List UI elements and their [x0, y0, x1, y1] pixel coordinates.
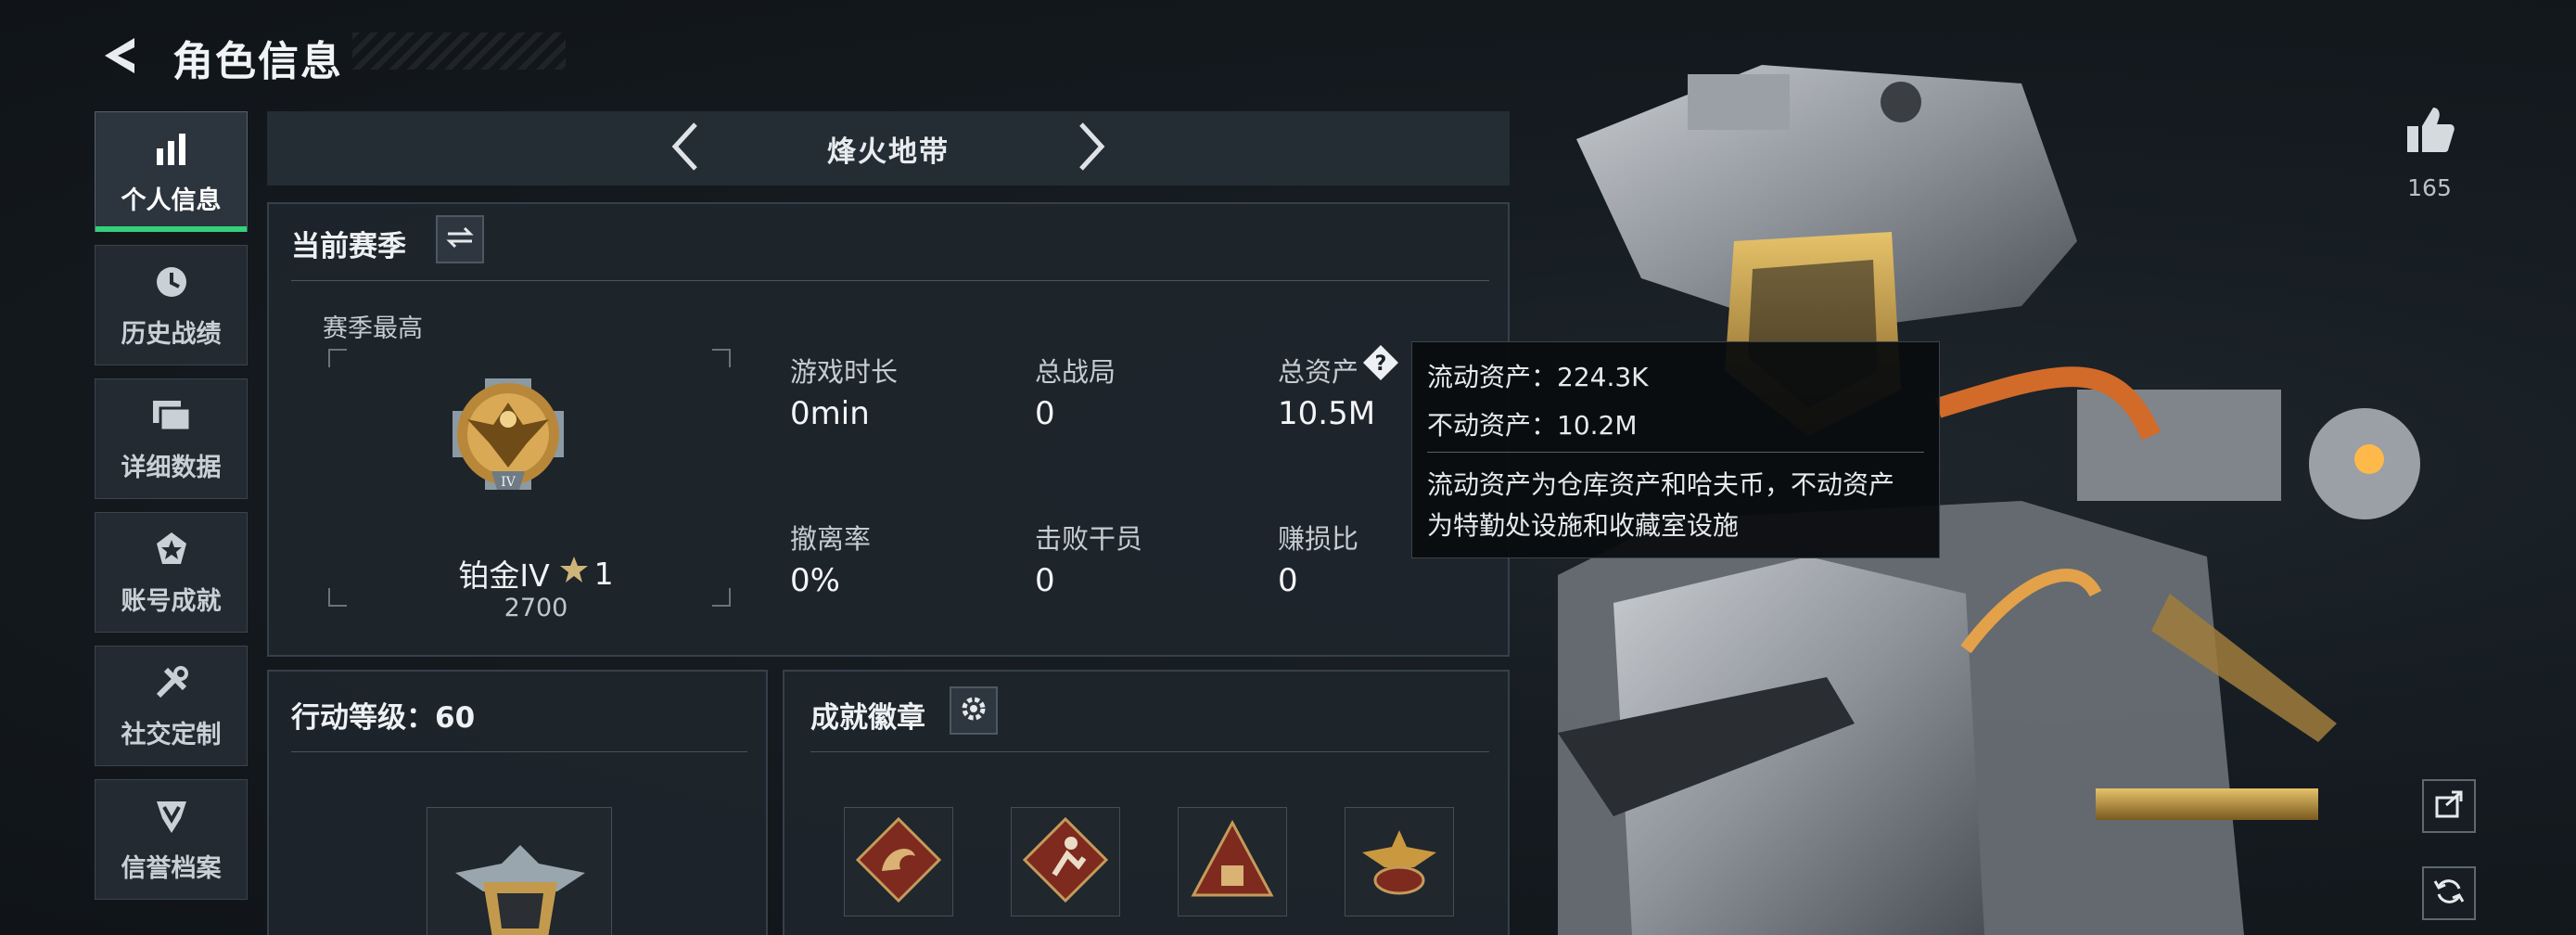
folders-icon: [151, 395, 192, 436]
stat-value-playtime: 0min: [790, 395, 870, 432]
svg-text:IV: IV: [501, 475, 516, 490]
share-icon: [2433, 788, 2465, 824]
tooltip-description-line1: 流动资产为仓库资产和哈夫币，不动资产: [1427, 469, 1895, 500]
page-title: 角色信息: [172, 38, 343, 85]
rank-line: 铂金IV 1: [434, 551, 638, 596]
back-button[interactable]: [93, 25, 148, 90]
gear-icon: [960, 695, 988, 726]
stat-label-total-assets: 总资产: [1278, 356, 1359, 388]
sidebar: 个人信息 历史战绩 详细数据 账号成就 社交定制 信誉档案: [95, 111, 248, 913]
frame-corner: [712, 588, 731, 607]
chevron-right-icon: [1076, 121, 1109, 176]
rank-name: 铂金IV: [458, 557, 550, 594]
pyramid-badge-icon: [1188, 815, 1277, 908]
tooltip-fixed-assets: 不动资产：10.2M: [1427, 410, 1638, 441]
stat-value-extract-rate: 0%: [790, 562, 840, 599]
rank-score: 2700: [504, 594, 568, 622]
eagle-badge-icon: [1355, 815, 1444, 908]
switch-season-mode-button[interactable]: [436, 215, 484, 263]
level-emblem-icon: [446, 836, 594, 935]
sidebar-item-personal-info[interactable]: 个人信息: [95, 111, 248, 232]
divider: [291, 751, 747, 752]
panel-title: 当前赛季: [291, 230, 406, 263]
runner-badge-icon: [1021, 815, 1110, 908]
badge-slot[interactable]: [1011, 807, 1120, 916]
star-icon: [559, 555, 589, 592]
stat-label-extract-rate: 撤离率: [790, 523, 872, 555]
stat-value-profit-ratio: 0: [1278, 562, 1298, 599]
sidebar-item-label: 社交定制: [121, 720, 222, 749]
sidebar-item-label: 信誉档案: [121, 853, 222, 883]
stat-label-profit-ratio: 赚损比: [1278, 523, 1359, 555]
season-best-label: 赛季最高: [323, 314, 423, 343]
sidebar-item-label: 账号成就: [121, 586, 222, 616]
current-season-panel: 当前赛季 赛季最高 IV 铂金IV 1 2700 游戏时长 0min 总战局 0…: [267, 202, 1510, 657]
sidebar-item-label: 历史战绩: [121, 319, 222, 349]
chevron-left-icon: [668, 121, 701, 176]
rank-stars: 1: [593, 555, 614, 592]
dragon-badge-icon: [854, 815, 943, 908]
tools-icon: [151, 662, 192, 703]
asset-tooltip: 流动资产：224.3K 不动资产：10.2M 流动资产为仓库资产和哈夫币，不动资…: [1411, 341, 1940, 558]
refresh-button[interactable]: [2422, 866, 2476, 920]
badge-slot[interactable]: [844, 807, 953, 916]
achievement-icon: [151, 529, 192, 570]
back-arrow-icon: [97, 32, 144, 83]
next-season-button[interactable]: [1065, 121, 1120, 176]
refresh-icon: [2433, 876, 2465, 911]
badge-slot[interactable]: [1178, 807, 1287, 916]
level-emblem-frame: [427, 807, 612, 935]
stat-value-total-assets: 10.5M: [1278, 395, 1376, 432]
season-selector: 烽火地带: [267, 111, 1510, 186]
history-icon: [151, 262, 192, 302]
bar-chart-icon: [151, 128, 192, 169]
stat-label-total-matches: 总战局: [1035, 356, 1116, 388]
sidebar-item-social[interactable]: 社交定制: [95, 646, 248, 766]
sidebar-item-detail-data[interactable]: 详细数据: [95, 378, 248, 499]
swap-icon: [446, 226, 474, 252]
thumbs-up-icon: [2404, 104, 2455, 160]
like-count: 165: [2407, 174, 2452, 201]
tooltip-liquid-assets: 流动资产：224.3K: [1427, 362, 1649, 392]
frame-corner: [328, 349, 347, 367]
share-button[interactable]: [2422, 779, 2476, 833]
sidebar-item-achievements[interactable]: 账号成就: [95, 512, 248, 633]
achievement-badges-panel: 成就徽章: [783, 670, 1510, 935]
stat-label-kills: 击败干员: [1035, 523, 1143, 555]
stat-value-kills: 0: [1035, 562, 1055, 599]
badge-slot[interactable]: [1345, 807, 1454, 916]
season-name: 烽火地带: [827, 134, 950, 169]
tooltip-divider: [1427, 452, 1924, 453]
stat-value-total-matches: 0: [1035, 395, 1055, 432]
badge-settings-button[interactable]: [950, 686, 998, 735]
divider: [810, 751, 1489, 752]
shield-badge-icon: [151, 796, 192, 837]
help-icon[interactable]: ?: [1361, 343, 1400, 382]
like-button[interactable]: [2402, 104, 2457, 160]
title-decoration: [352, 32, 566, 70]
frame-corner: [712, 349, 731, 367]
sidebar-item-history[interactable]: 历史战绩: [95, 245, 248, 365]
divider: [291, 280, 1489, 281]
tooltip-description-line2: 为特勤处设施和收藏室设施: [1427, 510, 1740, 541]
header: 角色信息: [93, 20, 343, 95]
badges-title: 成就徽章: [810, 701, 925, 735]
stat-label-playtime: 游戏时长: [790, 356, 899, 388]
rank-emblem-icon: IV: [434, 360, 582, 508]
sidebar-item-label: 个人信息: [121, 186, 222, 215]
frame-corner: [328, 588, 347, 607]
sidebar-item-label: 详细数据: [121, 453, 222, 482]
svg-text:?: ?: [1375, 352, 1387, 376]
action-level-panel: 行动等级：60: [267, 670, 768, 935]
action-level-title: 行动等级：60: [291, 701, 476, 735]
sidebar-item-credit[interactable]: 信誉档案: [95, 779, 248, 900]
prev-season-button[interactable]: [657, 121, 712, 176]
